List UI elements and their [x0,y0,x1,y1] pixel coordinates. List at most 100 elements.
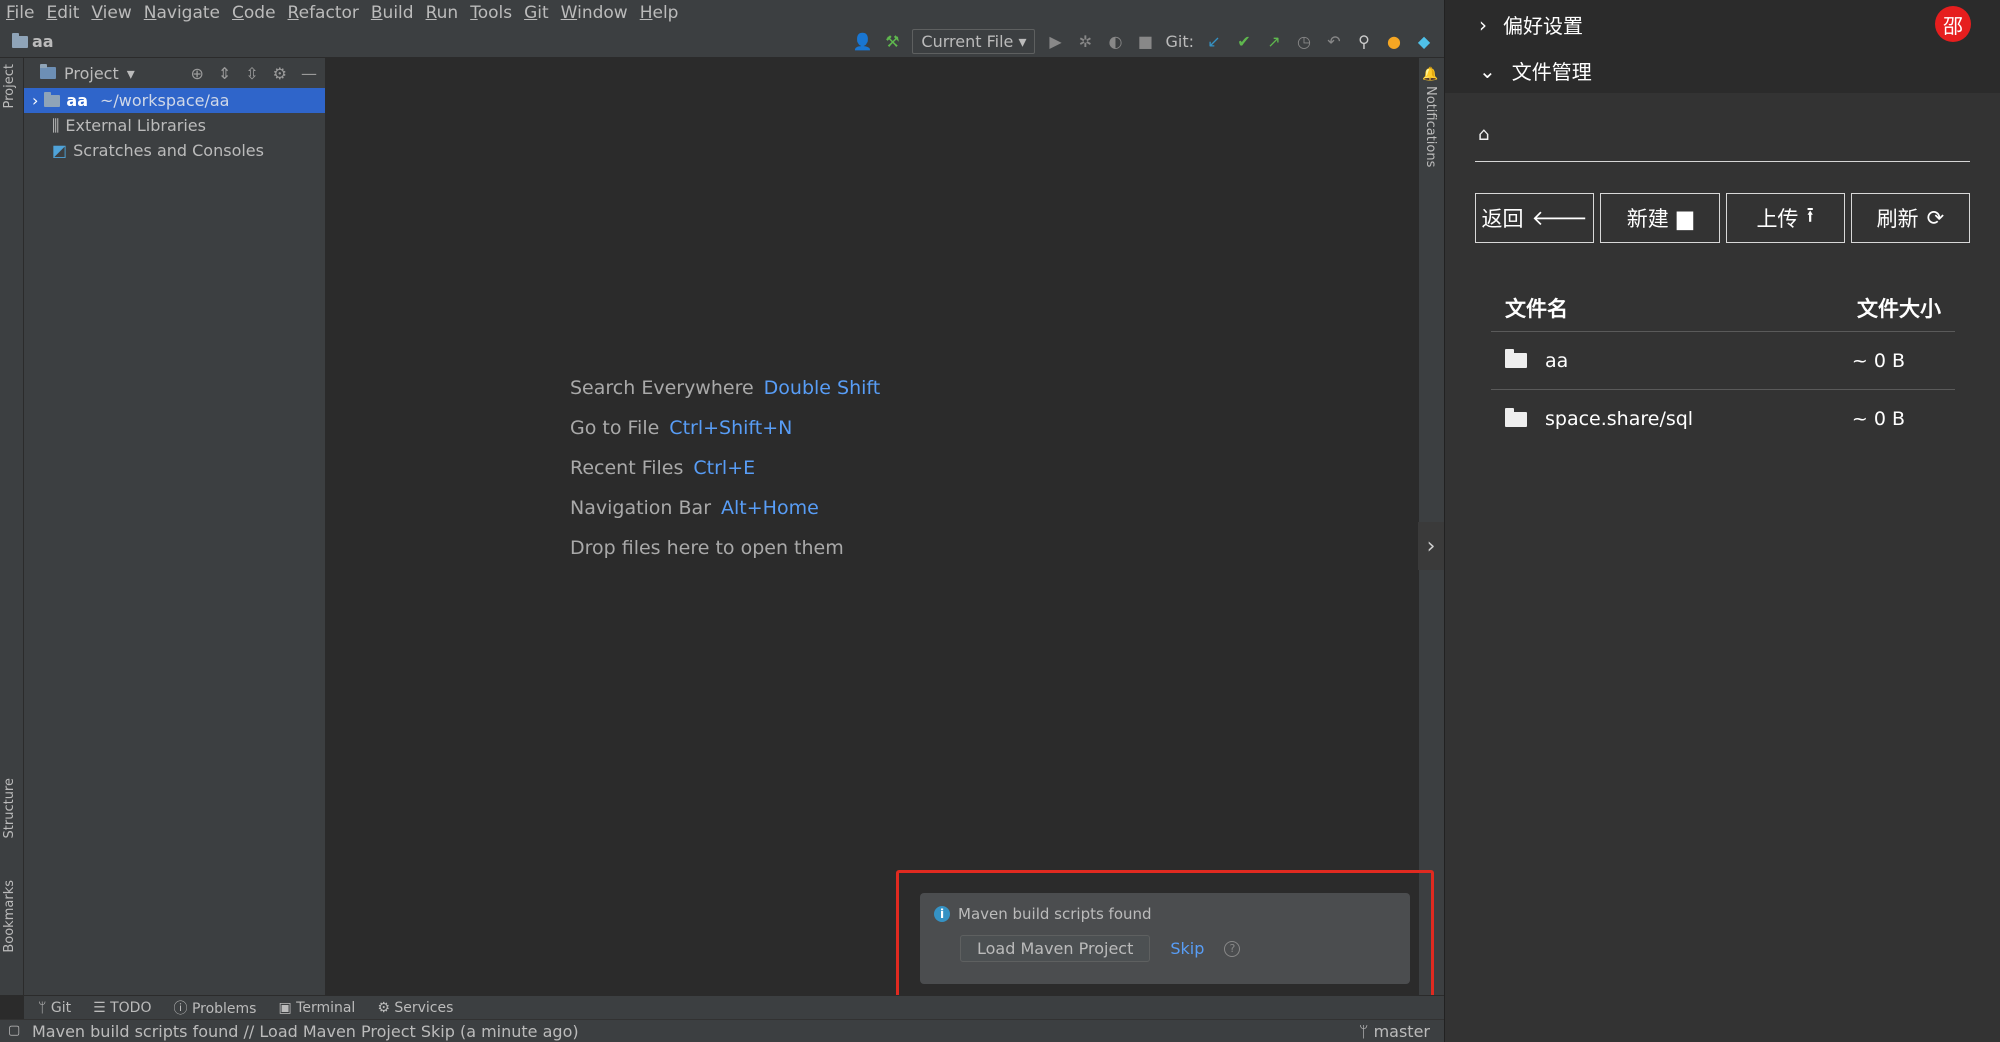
menu-refactor[interactable]: Refactor [288,3,359,23]
new-folder-button[interactable]: 新建 ▆ [1600,193,1720,243]
git-commit-icon[interactable]: ✔ [1234,32,1254,52]
upload-icon: ⭱ [1806,202,1814,227]
table-row[interactable]: space.share/sql ~ 0 B [1491,390,1955,448]
notifications-tool-tab[interactable]: 🔔 Notifications [1423,66,1438,167]
section-label: 文件管理 [1511,60,1592,84]
menu-file[interactable]: File [6,3,34,23]
home-icon[interactable]: ⌂ [1478,124,1489,145]
bookmarks-tool-tab[interactable]: Bookmarks [2,880,17,953]
run-config-select[interactable]: Current File ▾ [912,29,1036,54]
tab-services[interactable]: ⚙ Services [377,1000,453,1016]
tree-item-scratches[interactable]: ◩ Scratches and Consoles [24,138,325,163]
git-update-icon[interactable]: ↙ [1204,32,1224,52]
coverage-icon[interactable]: ◐ [1105,32,1125,52]
main-toolbar: aa 👤 ⚒ Current File ▾ ▶ ✲ ◐ ■ Git: ↙ ✔ ↗… [0,26,1444,58]
expand-all-icon[interactable]: ⇕ [218,64,231,83]
collapse-all-icon[interactable]: ⇳ [245,64,258,83]
upload-button[interactable]: 上传 ⭱ [1725,193,1845,243]
section-file-management[interactable]: ⌄ 文件管理 [1479,56,1592,85]
table-row[interactable]: aa ~ 0 B [1491,332,1955,390]
list-icon: ☰ [93,999,106,1016]
tab-todo[interactable]: ☰ TODO [93,1000,151,1016]
refresh-button[interactable]: 刷新 ⟳ [1850,193,1970,243]
menu-help[interactable]: Help [640,3,679,23]
history-icon[interactable]: ◷ [1294,32,1314,52]
file-name[interactable]: aa [1545,350,1568,372]
locate-icon[interactable]: ⊕ [190,64,203,83]
menu-navigate[interactable]: Navigate [144,3,220,23]
vcs-user-icon[interactable]: 👤 [852,32,872,52]
git-branch-widget[interactable]: ᛘ master [1359,1022,1430,1041]
rollback-icon[interactable]: ↶ [1324,32,1344,52]
structure-tool-tab[interactable]: Structure [2,778,17,838]
tab-git[interactable]: ᛘ Git [38,1000,71,1016]
chevron-down-icon[interactable]: ▾ [127,64,135,83]
search-icon[interactable]: ⚲ [1354,32,1374,52]
plugin-logo-icon[interactable]: ◆ [1414,32,1434,52]
file-actions: 返回 🡐 新建 ▆ 上传 ⭱ 刷新 ⟳ [1475,193,1970,243]
panel-tools: ⊕ ⇕ ⇳ ⚙ — [190,64,317,83]
hint-text: Drop files here to open them [570,537,844,559]
chevron-right-icon[interactable]: › [32,91,38,110]
folder-open-icon [1505,407,1527,427]
menu-run[interactable]: Run [426,3,459,23]
problems-icon: ⓘ [173,1000,188,1017]
scratches-icon: ◩ [52,141,68,160]
column-header-size[interactable]: 文件大小 [1857,293,1941,323]
status-message[interactable]: Maven build scripts found // Load Maven … [32,1022,579,1041]
avatar[interactable]: 邵 [1935,6,1971,42]
notification-title: Maven build scripts found [958,905,1152,923]
folder-open-icon [1505,349,1527,368]
branch-name: master [1373,1022,1430,1041]
section-preferences[interactable]: › 偏好设置 [1479,10,1583,39]
folder-icon [12,32,28,48]
menu-tools[interactable]: Tools [470,3,512,23]
path-breadcrumb: ⌂ [1475,120,1970,162]
info-icon: i [934,906,950,922]
stop-icon[interactable]: ■ [1135,32,1155,52]
section-label: 偏好设置 [1503,14,1583,38]
load-maven-project-button[interactable]: Load Maven Project [960,935,1151,962]
run-icon[interactable]: ▶ [1045,32,1065,52]
tree-item-label: Scratches and Consoles [73,141,264,160]
git-branch-icon: ᛘ [38,999,47,1016]
navigation-bar-project[interactable]: aa [12,32,54,51]
tab-terminal[interactable]: ▣ Terminal [278,1000,355,1016]
build-hammer-icon[interactable]: ⚒ [882,32,902,52]
menu-build[interactable]: Build [371,3,414,23]
tab-problems[interactable]: ⓘ Problems [173,998,256,1018]
bottom-tool-tabs: ᛘ Git ☰ TODO ⓘ Problems ▣ Terminal ⚙ Ser… [24,995,1444,1019]
tree-item-label: aa [66,91,88,110]
column-header-name[interactable]: 文件名 [1505,293,1568,323]
tree-item-aa[interactable]: › aa ~/workspace/aa [24,88,325,113]
tree-item-label: External Libraries [65,116,206,135]
menu-git[interactable]: Git [524,3,549,23]
project-panel-title[interactable]: Project [64,64,119,83]
menu-window[interactable]: Window [561,3,628,23]
gear-icon[interactable]: ⚙ [273,64,287,83]
back-button[interactable]: 返回 🡐 [1475,193,1595,243]
git-push-icon[interactable]: ↗ [1264,32,1284,52]
git-branch-icon: ᛘ [1358,1022,1369,1041]
notification-header: i Maven build scripts found [934,905,1396,923]
update-icon[interactable]: ● [1384,32,1404,52]
project-tool-tab[interactable]: Project [2,64,17,108]
hint-go-to-file: Go to File Ctrl+Shift+N [570,408,880,448]
expand-panel-button[interactable]: › [1418,522,1444,570]
hide-icon[interactable]: — [301,64,317,83]
tree-item-external-libraries[interactable]: ⫼ External Libraries [24,113,325,138]
help-icon[interactable]: ? [1224,940,1241,957]
skip-link[interactable]: Skip [1170,939,1204,958]
libraries-icon: ⫼ [52,115,60,135]
menu-code[interactable]: Code [232,3,276,23]
status-window-icon[interactable]: ▢ [8,1023,20,1038]
hint-drop-files: Drop files here to open them [570,528,880,568]
project-view-icon [40,64,56,79]
menu-edit[interactable]: Edit [46,3,79,23]
file-name[interactable]: space.share/sql [1545,408,1693,430]
button-label: 返回 [1481,207,1524,231]
hint-recent-files: Recent Files Ctrl+E [570,448,880,488]
hint-shortcut: Alt+Home [721,497,819,519]
menu-view[interactable]: View [91,3,131,23]
debug-icon[interactable]: ✲ [1075,32,1095,52]
